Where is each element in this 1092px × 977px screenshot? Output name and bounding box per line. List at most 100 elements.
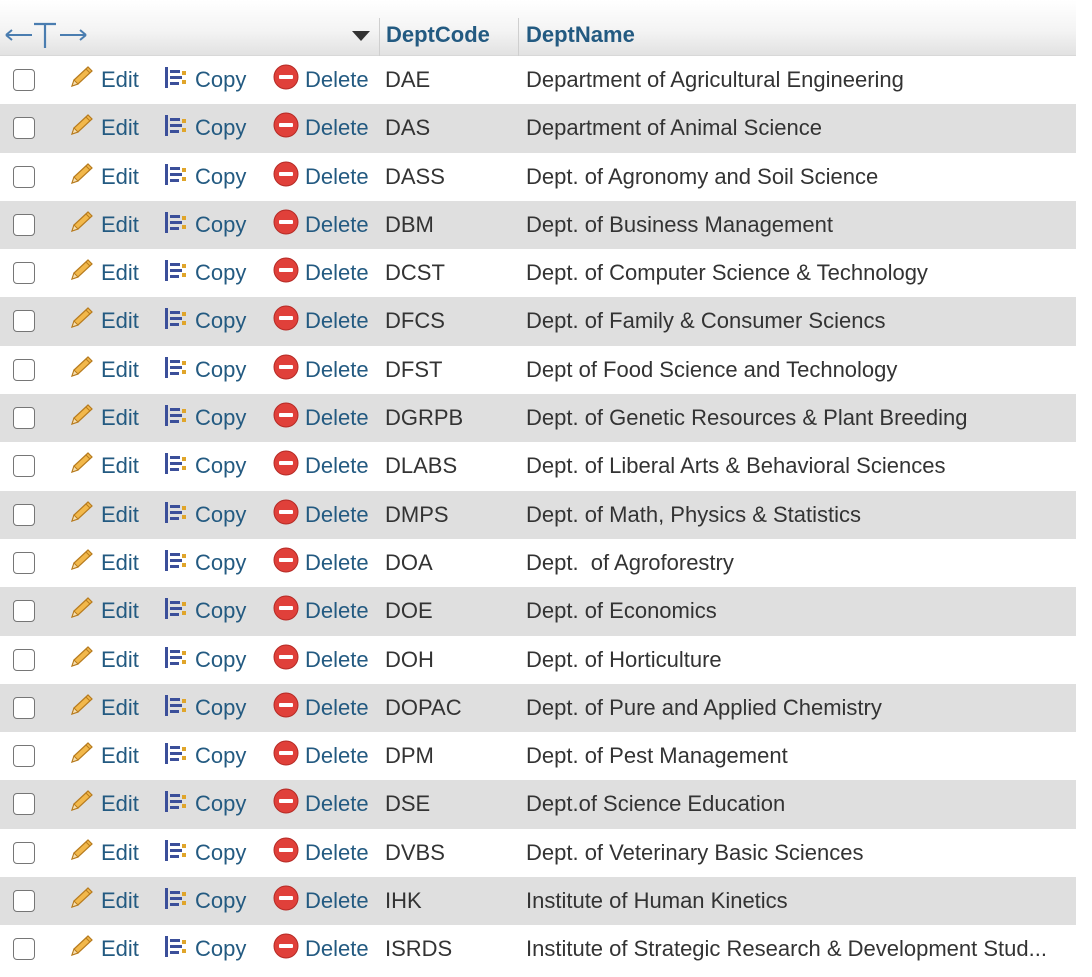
row-checkbox[interactable]	[13, 358, 35, 381]
delete-button[interactable]: Delete	[272, 547, 369, 578]
delete-button[interactable]: Delete	[272, 644, 369, 675]
copy-button[interactable]: Copy	[162, 65, 246, 95]
copy-button[interactable]: Copy	[162, 548, 246, 578]
copy-button[interactable]: Copy	[162, 403, 246, 433]
copy-label: Copy	[195, 791, 247, 817]
delete-button[interactable]: Delete	[272, 305, 369, 336]
edit-button[interactable]: Edit	[68, 451, 139, 481]
column-header-deptcode[interactable]: DeptCode	[386, 22, 490, 48]
triangle-down-icon[interactable]	[351, 29, 371, 43]
cell-deptcode: DVBS	[385, 839, 445, 865]
edit-button[interactable]: Edit	[68, 741, 139, 771]
delete-button[interactable]: Delete	[272, 209, 369, 240]
row-checkbox[interactable]	[13, 938, 35, 961]
edit-button[interactable]: Edit	[68, 645, 139, 675]
delete-button[interactable]: Delete	[272, 595, 369, 626]
column-header-deptname[interactable]: DeptName	[526, 22, 635, 48]
row-checkbox[interactable]	[13, 407, 35, 430]
delete-label: Delete	[305, 308, 369, 334]
copy-button[interactable]: Copy	[162, 693, 246, 723]
row-checkbox[interactable]	[13, 503, 35, 526]
table-row: Edit Copy Delete DFCS Dept. of Family & Cons…	[0, 297, 1076, 346]
delete-icon	[272, 63, 300, 97]
edit-button[interactable]: Edit	[68, 113, 139, 143]
copy-button[interactable]: Copy	[162, 258, 246, 288]
copy-button[interactable]: Copy	[162, 306, 246, 336]
cell-deptcode: IHK	[385, 888, 422, 914]
edit-button[interactable]: Edit	[68, 403, 139, 433]
delete-button[interactable]: Delete	[272, 788, 369, 819]
row-checkbox[interactable]	[13, 841, 35, 864]
cell-deptcode: DAE	[385, 67, 431, 92]
copy-button[interactable]: Copy	[162, 162, 246, 192]
edit-button[interactable]: Edit	[68, 355, 139, 385]
row-checkbox[interactable]	[13, 310, 35, 333]
left-right-arrows-icon[interactable]	[4, 20, 94, 50]
edit-button[interactable]: Edit	[68, 162, 139, 192]
copy-button[interactable]: Copy	[162, 934, 246, 964]
row-checkbox[interactable]	[13, 745, 35, 768]
edit-button[interactable]: Edit	[68, 210, 139, 240]
edit-button[interactable]: Edit	[68, 789, 139, 819]
edit-button[interactable]: Edit	[68, 838, 139, 868]
copy-button[interactable]: Copy	[162, 886, 246, 916]
delete-button[interactable]: Delete	[272, 112, 369, 143]
copy-label: Copy	[195, 646, 247, 672]
row-checkbox[interactable]	[13, 69, 35, 91]
copy-button[interactable]: Copy	[162, 451, 246, 481]
delete-button[interactable]: Delete	[272, 354, 369, 385]
pencil-icon	[68, 161, 96, 193]
delete-button[interactable]: Delete	[272, 836, 369, 870]
row-checkbox[interactable]	[13, 696, 35, 719]
cell-deptname: Dept. of Pure and Applied Chemistry	[526, 694, 882, 720]
row-checkbox[interactable]	[13, 213, 35, 236]
row-checkbox[interactable]	[13, 793, 35, 816]
delete-button[interactable]: Delete	[272, 161, 369, 192]
edit-button[interactable]: Edit	[68, 596, 139, 626]
delete-icon	[272, 739, 300, 773]
cell-deptname: Dept. of Math, Physics & Statistics	[526, 501, 862, 527]
edit-button[interactable]: Edit	[68, 886, 139, 916]
edit-button[interactable]: Edit	[68, 65, 139, 95]
copy-button[interactable]: Copy	[162, 838, 246, 868]
edit-button[interactable]: Edit	[68, 934, 139, 964]
delete-label: Delete	[305, 549, 369, 575]
edit-button[interactable]: Edit	[68, 500, 139, 530]
copy-button[interactable]: Copy	[162, 113, 246, 143]
cell-deptcode: ISRDS	[385, 936, 453, 962]
row-checkbox[interactable]	[13, 455, 35, 478]
row-checkbox[interactable]	[13, 648, 35, 671]
delete-button[interactable]: Delete	[272, 933, 369, 964]
delete-button[interactable]: Delete	[272, 739, 369, 773]
copy-button[interactable]: Copy	[162, 741, 246, 771]
delete-label: Delete	[305, 211, 369, 237]
copy-button[interactable]: Copy	[162, 789, 246, 819]
delete-button[interactable]: Delete	[272, 885, 369, 916]
delete-button[interactable]: Delete	[272, 499, 369, 530]
delete-button[interactable]: Delete	[272, 402, 369, 433]
delete-button[interactable]: Delete	[272, 63, 369, 97]
row-checkbox[interactable]	[13, 165, 35, 188]
delete-button[interactable]: Delete	[272, 692, 369, 723]
copy-button[interactable]: Copy	[162, 645, 246, 675]
row-checkbox[interactable]	[13, 551, 35, 574]
copy-button[interactable]: Copy	[162, 500, 246, 530]
table-row: Edit Copy Delete ISRDS Institute of Strategi…	[0, 925, 1076, 974]
edit-button[interactable]: Edit	[68, 258, 139, 288]
row-checkbox[interactable]	[13, 600, 35, 623]
row-checkbox[interactable]	[13, 890, 35, 913]
edit-label: Edit	[101, 67, 139, 92]
delete-button[interactable]: Delete	[272, 257, 369, 288]
row-checkbox[interactable]	[13, 262, 35, 285]
copy-label: Copy	[195, 936, 247, 962]
copy-button[interactable]: Copy	[162, 210, 246, 240]
table-row: Edit Copy Delete DOA Dept. of Agroforestry	[0, 538, 1076, 588]
delete-icon	[272, 836, 300, 870]
copy-button[interactable]: Copy	[162, 596, 246, 626]
edit-button[interactable]: Edit	[68, 306, 139, 336]
row-checkbox[interactable]	[13, 117, 35, 140]
edit-button[interactable]: Edit	[68, 693, 139, 723]
delete-button[interactable]: Delete	[272, 450, 369, 481]
copy-button[interactable]: Copy	[162, 355, 246, 385]
edit-button[interactable]: Edit	[68, 548, 139, 578]
